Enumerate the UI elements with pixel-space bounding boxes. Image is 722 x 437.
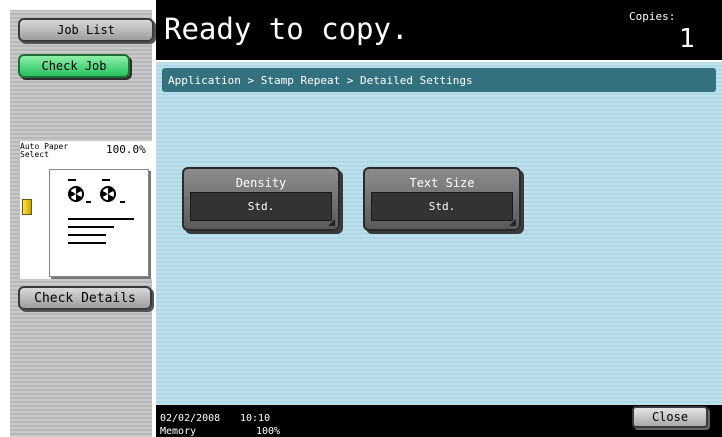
memory-value: 100%: [256, 426, 281, 437]
time-display: 10:10: [240, 413, 271, 424]
memory-label: Memory: [160, 426, 197, 437]
preview-line-icon: [68, 234, 106, 236]
left-panel: Job List Check Job Auto Paper Select 100…: [10, 10, 154, 437]
check-job-button[interactable]: Check Job: [18, 54, 130, 78]
stamp-icon: [68, 186, 84, 202]
preview-line-icon: [68, 242, 106, 244]
stamp-icon: [100, 186, 116, 202]
preview-line-icon: [68, 226, 114, 228]
density-label: Density: [235, 176, 287, 190]
paper-select-label: Auto Paper Select: [20, 142, 69, 159]
text-size-button[interactable]: Text Size Std.: [363, 167, 521, 231]
main-panel: Application > Stamp Repeat > Detailed Se…: [156, 62, 722, 405]
check-details-button[interactable]: Check Details: [18, 286, 152, 310]
preview-line-icon: [68, 179, 76, 181]
corner-indicator-icon: [328, 219, 335, 226]
breadcrumb: Application > Stamp Repeat > Detailed Se…: [162, 68, 716, 92]
density-value: Std.: [190, 192, 332, 221]
text-size-value: Std.: [371, 192, 513, 221]
status-bar: Ready to copy. Copies: 1: [156, 0, 722, 60]
zoom-value: 100.0%: [106, 143, 146, 156]
preview-line-icon: [86, 201, 91, 203]
close-button[interactable]: Close: [632, 406, 708, 428]
preview-line-icon: [120, 201, 125, 203]
copies-count: 1: [679, 24, 695, 54]
preview-line-icon: [102, 179, 110, 181]
text-size-label: Text Size: [409, 176, 475, 190]
status-message: Ready to copy.: [164, 12, 409, 46]
paper-preview-panel: Auto Paper Select 100.0%: [20, 141, 152, 279]
page-preview: [49, 169, 149, 277]
corner-indicator-icon: [509, 219, 516, 226]
copies-label: Copies:: [629, 10, 676, 23]
density-button[interactable]: Density Std.: [182, 167, 340, 231]
paper-tray-icon: [22, 199, 32, 215]
preview-line-icon: [68, 218, 134, 220]
footer-bar: 02/02/2008 10:10 Memory 100% Close: [156, 405, 722, 437]
date-display: 02/02/2008: [160, 413, 221, 424]
job-list-button[interactable]: Job List: [18, 18, 154, 42]
